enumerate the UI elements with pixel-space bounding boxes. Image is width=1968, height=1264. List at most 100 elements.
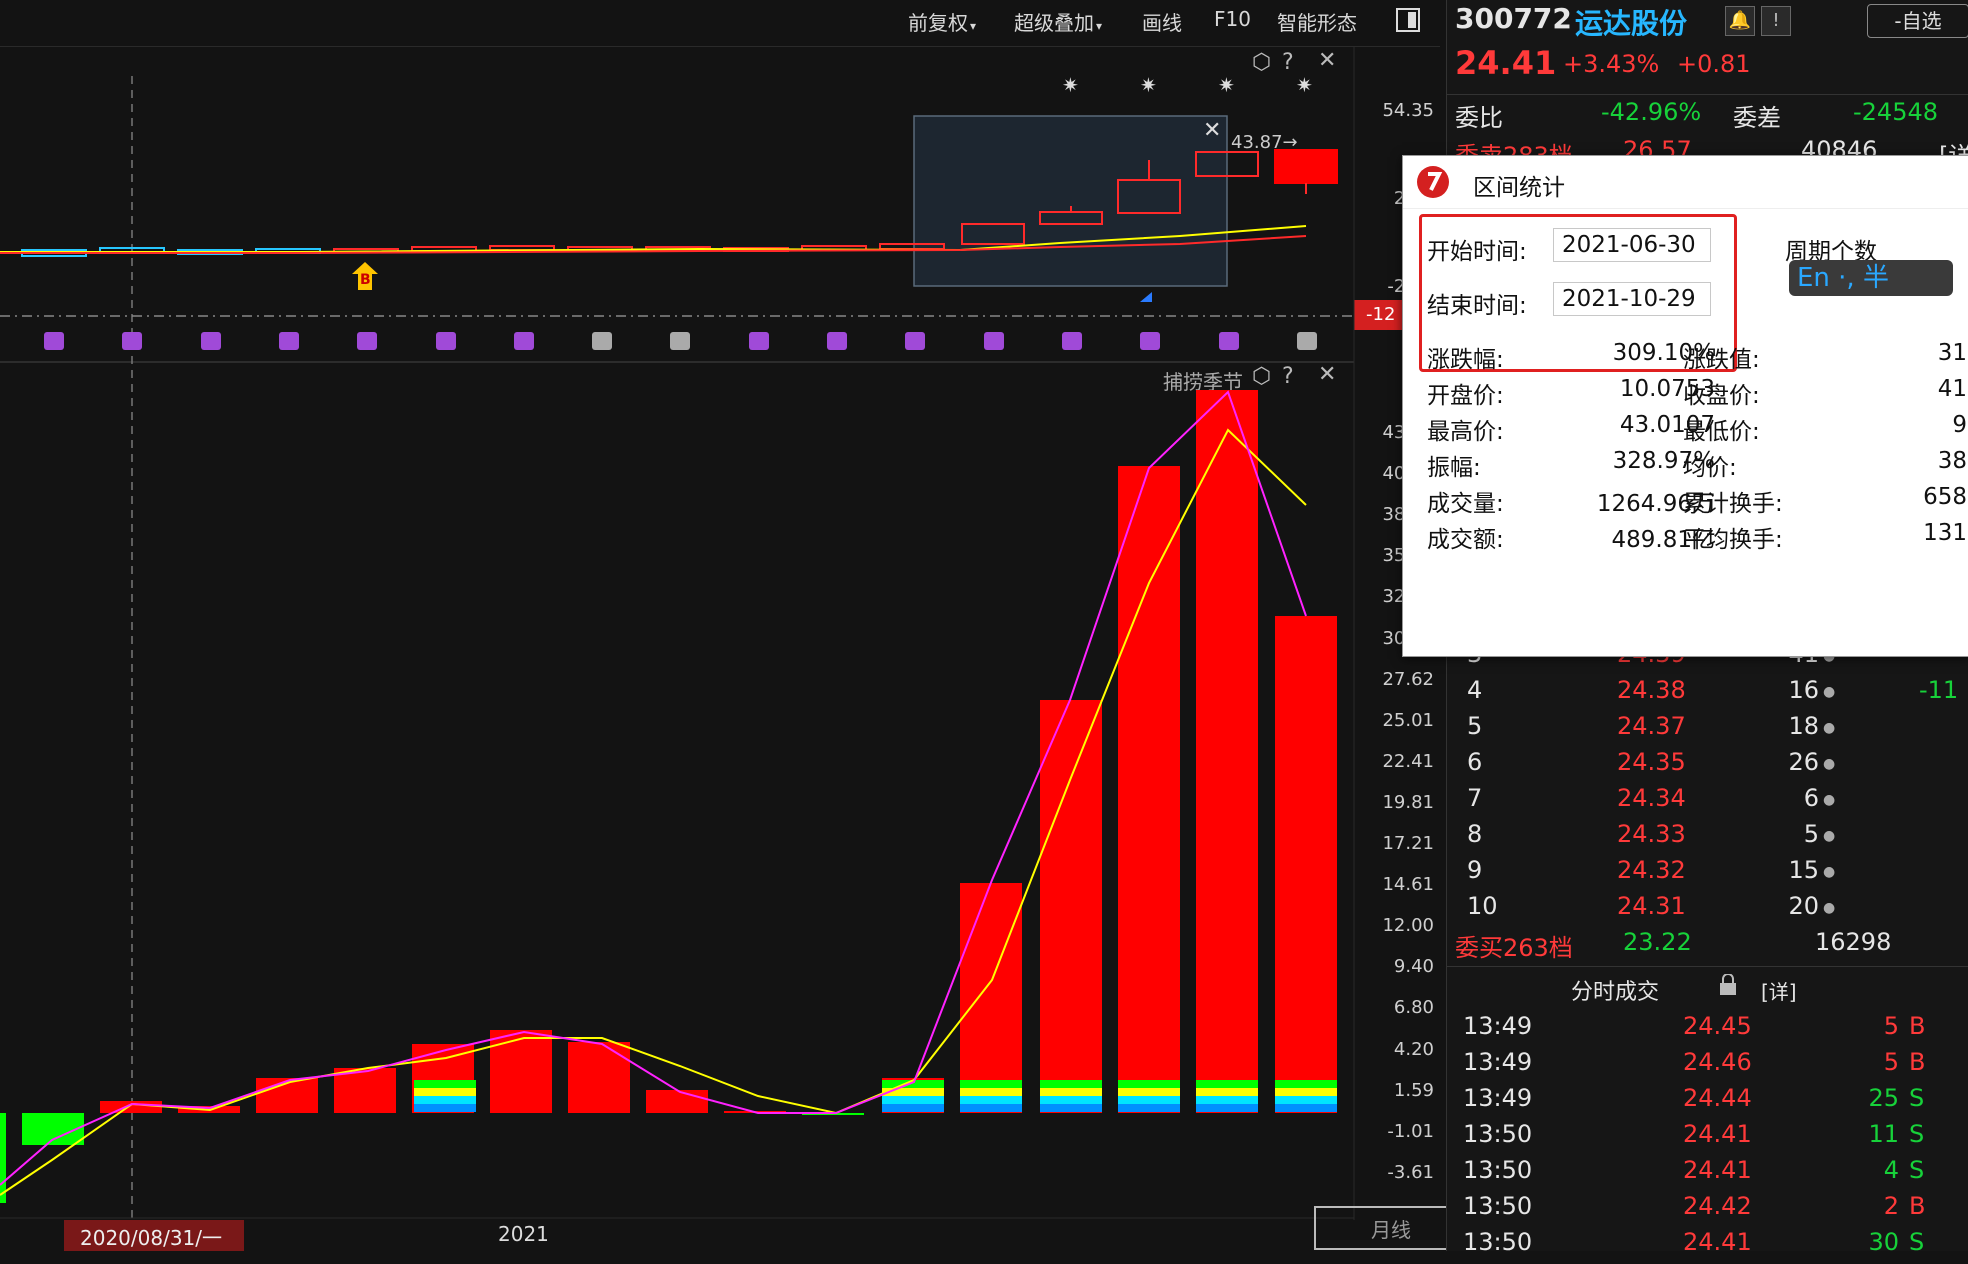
chart-canvas: ✕ ✷ ✷ ✷ ✷ <box>0 46 1355 1251</box>
bell-icon[interactable]: 🔔 <box>1725 6 1755 36</box>
calendar-icon[interactable] <box>1296 332 1317 350</box>
rainbow-stripe <box>882 1096 944 1104</box>
order-price: 24.35 <box>1617 748 1686 776</box>
star-marker: ✷ <box>1218 73 1235 97</box>
order-volume: 16 <box>1788 676 1819 704</box>
calendar-icon[interactable] <box>1061 332 1082 350</box>
trade-row: 13:50 24.42 2 B <box>1463 1192 1963 1228</box>
order-row[interactable]: 6 24.35 26 ● <box>1463 748 1963 784</box>
calendar-icon[interactable] <box>592 332 613 350</box>
trade-price: 24.41 <box>1683 1120 1752 1148</box>
calendar-icon[interactable] <box>44 332 64 350</box>
calendar-icon[interactable] <box>278 332 299 350</box>
order-volume: 20 <box>1788 892 1819 920</box>
alert-icon[interactable]: ! <box>1761 6 1791 36</box>
trade-time: 13:50 <box>1463 1156 1533 1184</box>
order-level: 4 <box>1467 676 1483 704</box>
trade-side: B <box>1909 1192 1926 1220</box>
rainbow-stripe <box>1040 1096 1102 1104</box>
star-marker: ✷ <box>1140 73 1157 97</box>
trades-detail-link[interactable]: [详] <box>1761 976 1797 1005</box>
stat-label: 最高价: <box>1427 419 1504 445</box>
calendar-icon[interactable] <box>827 332 847 350</box>
lower-line-magenta <box>0 390 1307 1186</box>
order-row[interactable]: 5 24.37 18 ● <box>1463 712 1963 748</box>
trade-side: S <box>1909 1156 1925 1184</box>
trade-volume: 30 <box>1868 1228 1899 1256</box>
calendar-icon[interactable] <box>357 332 378 350</box>
rainbow-stripe <box>414 1096 476 1104</box>
trade-row: 13:49 24.44 25 S <box>1463 1084 1963 1120</box>
bar-red <box>1196 390 1258 1113</box>
bar-red <box>568 1042 630 1113</box>
order-level: 6 <box>1467 748 1483 776</box>
period-tab-monthly[interactable]: 月线 <box>1314 1206 1468 1250</box>
interval-stats-dialog[interactable]: 区间统计 开始时间: 2021-06-30 结束时间: 2021-10-29 周… <box>1402 155 1968 657</box>
trade-row: 13:50 24.41 11 S <box>1463 1120 1963 1156</box>
chart-area[interactable]: 前复权▾ 超级叠加▾ 画线 F10 智能形态 ⬡ ? ✕ 54.35 25.7 … <box>0 0 1468 1251</box>
dot-icon: ● <box>1823 684 1836 700</box>
rainbow-stripe <box>960 1096 1022 1104</box>
bar-red <box>100 1101 162 1113</box>
stat-value: 31 <box>1937 340 1967 366</box>
calendar-icon[interactable] <box>513 332 534 350</box>
buy-signal-icon[interactable]: B <box>352 262 378 290</box>
stock-name: 运达股份 <box>1575 7 1688 40</box>
dot-icon: ● <box>1823 828 1836 844</box>
calendar-icon[interactable] <box>748 332 769 350</box>
calendar-icon[interactable] <box>122 332 143 350</box>
stat-value: 41 <box>1937 376 1967 402</box>
calendar-icon[interactable] <box>1218 332 1239 350</box>
trade-price: 24.42 <box>1683 1192 1752 1220</box>
order-row[interactable]: 4 24.38 16 ● -11 <box>1463 676 1963 712</box>
stat-label: 涨跌值: <box>1683 347 1760 373</box>
calendar-icon[interactable] <box>670 332 691 350</box>
calendar-icon[interactable] <box>905 332 926 350</box>
order-row[interactable]: 8 24.33 5 ● <box>1463 820 1963 856</box>
rainbow-stripe <box>414 1080 476 1088</box>
order-row[interactable]: 10 24.31 20 ● <box>1463 892 1963 928</box>
order-price: 24.37 <box>1617 712 1686 740</box>
year-label: 2021 <box>498 1222 549 1246</box>
rainbow-stripe <box>414 1104 476 1112</box>
order-volume: 26 <box>1788 748 1819 776</box>
add-watchlist-button[interactable]: -自选 <box>1867 4 1968 38</box>
lock-icon[interactable] <box>1719 973 1737 995</box>
stat-label: 收盘价: <box>1683 383 1760 409</box>
order-price: 24.32 <box>1617 856 1686 884</box>
dialog-title-bar[interactable]: 区间统计 <box>1403 156 1968 209</box>
rainbow-stripe <box>1196 1104 1258 1112</box>
end-time-label: 结束时间: <box>1427 293 1527 319</box>
trades-title: 分时成交 <box>1571 980 1660 1005</box>
crosshair-date-label: 2020/08/31/一 <box>80 1226 223 1250</box>
trade-time: 13:49 <box>1463 1012 1533 1040</box>
trade-price: 24.45 <box>1683 1012 1752 1040</box>
trade-price: 24.44 <box>1683 1084 1752 1112</box>
weicha-label: 委差 <box>1733 104 1781 132</box>
current-price: 24.41 <box>1455 44 1557 82</box>
change-amount: +0.81 <box>1677 50 1751 78</box>
trade-time: 13:50 <box>1463 1192 1533 1220</box>
buy-summary-price: 23.22 <box>1623 928 1692 956</box>
calendar-icon[interactable] <box>435 332 456 350</box>
stat-label: 涨跌幅: <box>1427 347 1504 373</box>
weibi-label: 委比 <box>1455 104 1503 132</box>
end-time-input[interactable]: 2021-10-29 <box>1553 282 1711 316</box>
trade-volume: 5 <box>1883 1048 1899 1076</box>
rainbow-stripe <box>1275 1096 1337 1104</box>
dot-icon: ● <box>1823 720 1836 736</box>
rainbow-stripe <box>960 1080 1022 1088</box>
price-annotation: 43.87→ <box>1231 132 1298 153</box>
calendar-icon[interactable] <box>1140 332 1161 350</box>
order-volume: 5 <box>1803 820 1819 848</box>
rainbow-stripe <box>1196 1096 1258 1104</box>
stat-label: 振幅: <box>1427 455 1481 481</box>
calendar-icon[interactable] <box>200 332 221 350</box>
order-row[interactable]: 9 24.32 15 ● <box>1463 856 1963 892</box>
ime-toolbar[interactable]: En ·, 半 <box>1789 260 1953 296</box>
calendar-icon[interactable] <box>983 332 1004 350</box>
start-time-input[interactable]: 2021-06-30 <box>1553 228 1711 262</box>
order-price: 24.33 <box>1617 820 1686 848</box>
trade-volume: 2 <box>1883 1192 1899 1220</box>
order-row[interactable]: 7 24.34 6 ● <box>1463 784 1963 820</box>
